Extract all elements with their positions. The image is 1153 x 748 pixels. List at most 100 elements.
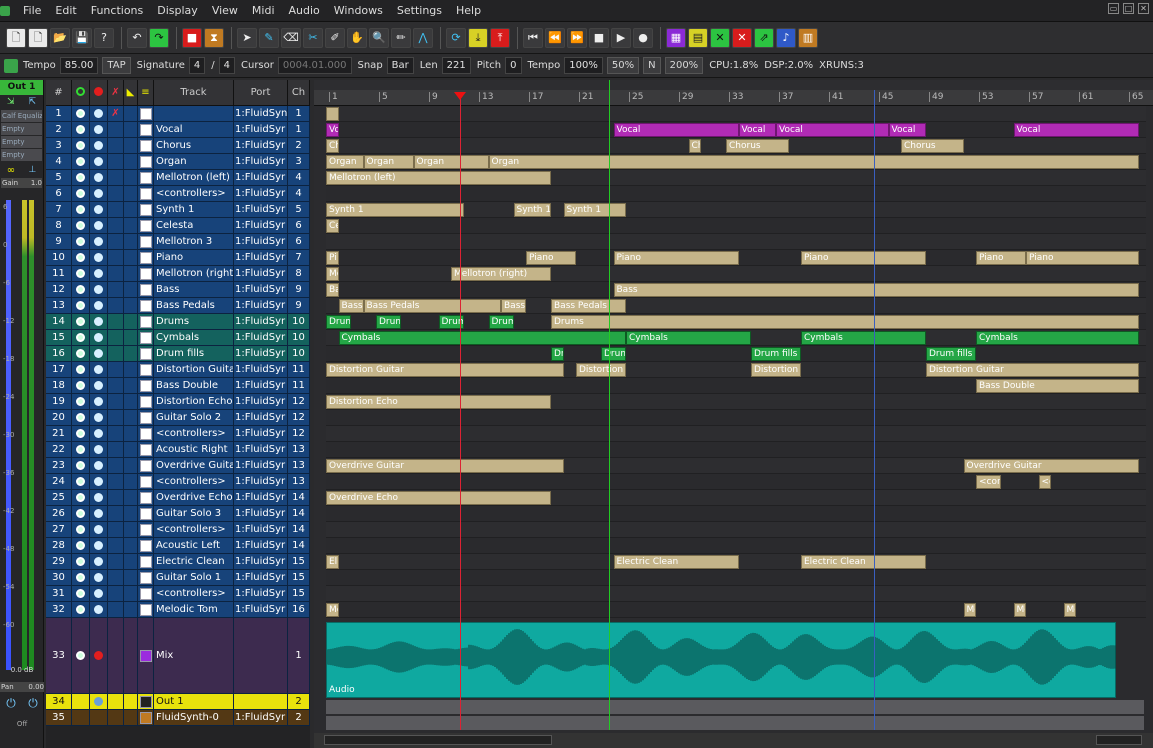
track-record-toggle[interactable] [90,442,108,457]
track-channel[interactable]: 10 [288,314,310,329]
track-row[interactable]: 13 Bass Pedals 1:FluidSyr 9 [46,298,310,314]
midi-part[interactable]: Piano [1026,251,1139,265]
midi-part[interactable]: Ce [326,219,339,233]
track-channel[interactable]: 15 [288,554,310,569]
track-record-toggle[interactable] [90,298,108,313]
track-name[interactable]: <controllers> [154,186,234,201]
track-solo-toggle[interactable] [108,426,124,441]
track-channel[interactable]: 12 [288,394,310,409]
track-solo-toggle[interactable] [108,330,124,345]
track-record-toggle[interactable] [90,314,108,329]
track-port[interactable]: 1:FluidSyr [234,410,288,425]
track-mute-toggle[interactable] [72,378,90,393]
signature-numerator[interactable]: 4 [188,57,206,74]
midi-part[interactable]: Overdrive Guitar [326,459,564,473]
track-solo-toggle[interactable] [108,218,124,233]
track-record-toggle[interactable] [90,282,108,297]
punch-out-button[interactable]: ⤒ [490,27,510,48]
track-solo-toggle[interactable] [108,298,124,313]
synth-button[interactable]: ▥ [798,27,818,48]
track-name[interactable]: Organ [154,154,234,169]
pencil-tool-button[interactable]: ✎ [259,27,279,48]
track-row[interactable]: 24 <controllers> 1:FluidSyr 13 [46,474,310,490]
track-record-toggle[interactable] [90,202,108,217]
marker-bar[interactable] [314,80,1153,90]
midi-part[interactable]: Cymbals [976,331,1139,345]
track-channel[interactable]: 15 [288,586,310,601]
track-solo-toggle[interactable] [108,570,124,585]
track-timelock-toggle[interactable] [124,282,138,297]
track-port[interactable]: 1:FluidSyr [234,426,288,441]
track-row[interactable]: 2 Vocal 1:FluidSyr 1 [46,122,310,138]
midi-part[interactable]: Dr [551,347,564,361]
track-name[interactable]: Drum fills [154,346,234,361]
track-mute-toggle[interactable] [72,298,90,313]
track-mute-toggle[interactable] [72,346,90,361]
track-mute-toggle[interactable] [72,218,90,233]
track-row[interactable]: 15 Cymbals 1:FluidSyr 10 [46,330,310,346]
track-port[interactable]: 1:FluidSyr [234,522,288,537]
col-port[interactable]: Port [234,79,288,106]
track-timelock-toggle[interactable] [124,122,138,137]
track-port[interactable]: 1:FluidSyr [234,314,288,329]
track-row[interactable]: 34 Out 1 2 [46,694,310,710]
track-lane[interactable] [326,234,1146,250]
midi-part[interactable]: Synth 1 [326,203,464,217]
midi-part[interactable]: Vocal [1013,123,1139,137]
track-mute-toggle[interactable] [72,474,90,489]
track-timelock-toggle[interactable] [124,234,138,249]
track-port[interactable]: 1:FluidSyr [234,554,288,569]
track-channel[interactable]: 9 [288,282,310,297]
metronome-button[interactable]: ⧗ [204,27,224,48]
track-solo-toggle[interactable] [108,602,124,617]
track-timelock-toggle[interactable] [124,710,138,725]
midi-part[interactable]: Mellotron (left) [326,171,551,185]
track-record-toggle[interactable] [90,522,108,537]
track-channel[interactable]: 9 [288,298,310,313]
track-timelock-toggle[interactable] [124,298,138,313]
track-row[interactable]: 12 Bass 1:FluidSyr 9 [46,282,310,298]
track-row[interactable]: 18 Bass Double 1:FluidSyr 11 [46,378,310,394]
open-button[interactable]: 📂 [50,27,70,48]
track-port[interactable]: 1:FluidSyr [234,250,288,265]
track-record-toggle[interactable] [90,362,108,377]
midi-part[interactable]: Chorus [726,139,789,153]
track-channel[interactable]: 2 [288,138,310,153]
midi-part[interactable]: <c [1038,475,1051,489]
track-timelock-toggle[interactable] [124,250,138,265]
midi-part[interactable]: Organ [413,155,489,169]
midi-part[interactable]: <con [976,475,1001,489]
play-button[interactable]: ▶ [611,27,631,48]
midi-part[interactable]: Piano [801,251,926,265]
new-template-button[interactable]: 🗋 [28,27,48,48]
track-timelock-toggle[interactable] [124,394,138,409]
track-channel[interactable]: 3 [288,154,310,169]
track-solo-toggle[interactable] [108,202,124,217]
track-timelock-toggle[interactable] [124,314,138,329]
midi-part[interactable]: Cymbals [338,331,626,345]
track-timelock-toggle[interactable] [124,186,138,201]
draw-tool-button[interactable]: ✏ [391,27,411,48]
save-button[interactable]: 💾 [72,27,92,48]
tap-button[interactable]: TAP [102,57,131,74]
track-timelock-toggle[interactable] [124,538,138,553]
midi-part[interactable]: Me [1013,603,1026,617]
track-name[interactable]: Overdrive Guitar [154,458,234,473]
col-track[interactable]: Track [154,79,234,106]
track-lane[interactable] [326,266,1146,282]
midi-part[interactable]: Bass Pedals [363,299,501,313]
track-channel[interactable]: 1 [288,618,310,693]
col-record[interactable] [90,79,108,106]
track-row[interactable]: 8 Celesta 1:FluidSyr 6 [46,218,310,234]
track-timelock-toggle[interactable] [124,426,138,441]
track-channel[interactable]: 5 [288,202,310,217]
restore-icon[interactable]: ▭ [1108,3,1119,14]
track-timelock-toggle[interactable] [124,506,138,521]
track-mute-toggle[interactable] [72,426,90,441]
track-record-toggle[interactable] [90,394,108,409]
track-timelock-toggle[interactable] [124,170,138,185]
track-record-toggle[interactable] [90,330,108,345]
redo-button[interactable]: ↷ [149,27,169,48]
midi-part[interactable]: Cymbals [801,331,926,345]
midi-part[interactable]: Ba [326,283,339,297]
